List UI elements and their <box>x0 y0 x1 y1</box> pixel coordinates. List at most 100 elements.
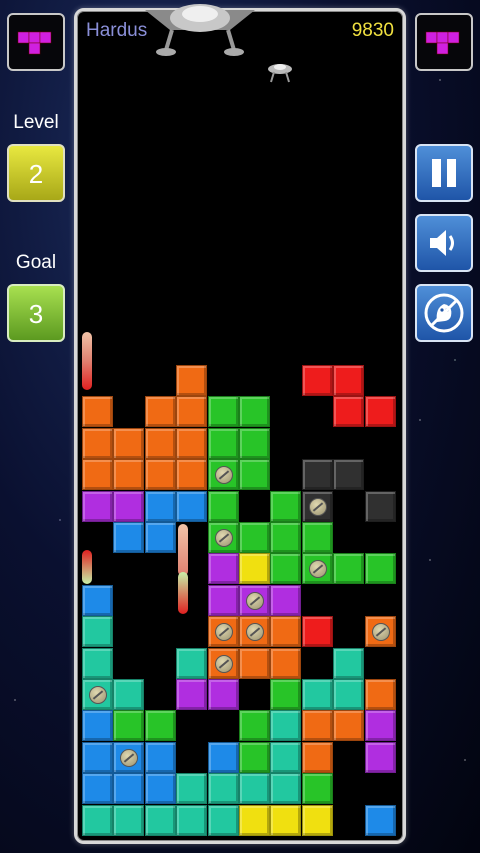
block-cell <box>207 679 239 710</box>
next-piece-preview <box>7 13 65 71</box>
goal-label: Goal <box>15 252 57 273</box>
block-cell <box>239 616 270 648</box>
block-cell <box>239 773 270 805</box>
bolt-icon <box>120 748 139 767</box>
block-cell <box>270 710 302 742</box>
hold-piece-preview[interactable] <box>415 13 473 71</box>
block-cell <box>113 741 145 773</box>
block-cell <box>144 522 176 553</box>
block-cell <box>239 427 270 459</box>
block-cell <box>364 741 396 773</box>
block-cell <box>207 741 239 773</box>
block-cell <box>207 522 239 553</box>
block-cell <box>176 804 208 836</box>
score-value: 9830 <box>351 20 394 41</box>
block-cell <box>333 710 365 742</box>
worm-icon <box>178 572 188 614</box>
block-cell <box>270 647 302 679</box>
block-cell <box>301 741 333 773</box>
block-cell <box>239 741 270 773</box>
ghost-button[interactable] <box>415 284 473 342</box>
block-cell <box>144 710 176 742</box>
block-cell <box>301 522 333 553</box>
bolt-icon <box>214 654 233 673</box>
block-cell <box>270 584 302 616</box>
block-cell <box>239 710 270 742</box>
block-cell <box>270 741 302 773</box>
block-cell <box>176 679 208 710</box>
block-cell <box>239 584 270 616</box>
block-cell <box>239 804 270 836</box>
block-cell <box>82 647 113 679</box>
block-cell <box>176 773 208 805</box>
block-cell <box>301 365 333 396</box>
block-cell <box>207 459 239 491</box>
block-cell <box>270 804 302 836</box>
block-cell <box>301 773 333 805</box>
bolt-icon <box>214 529 233 547</box>
block-cell <box>364 616 396 648</box>
block-cell <box>113 522 145 553</box>
block-cell <box>144 804 176 836</box>
block-cell <box>144 427 176 459</box>
block-cell <box>239 396 270 428</box>
pause-icon <box>432 159 456 187</box>
block-cell <box>333 647 365 679</box>
pause-button[interactable] <box>415 144 473 202</box>
bolt-icon <box>308 497 327 516</box>
block-cell <box>239 522 270 553</box>
block-cell <box>82 804 113 836</box>
bolt-icon <box>89 686 107 704</box>
block-cell <box>176 490 208 522</box>
block-cell <box>364 396 396 428</box>
level-label: Level <box>13 112 59 133</box>
block-cell <box>113 710 145 742</box>
block-cell <box>207 647 239 679</box>
block-cell <box>333 365 365 396</box>
level-box: 2 <box>7 144 65 202</box>
bolt-icon <box>371 623 390 642</box>
block-cell <box>207 427 239 459</box>
block-cell <box>113 427 145 459</box>
bolt-icon <box>246 591 264 610</box>
t-tetromino-icon <box>17 31 52 55</box>
block-cell <box>82 741 113 773</box>
block-cell <box>301 553 333 585</box>
goal-value: 3 <box>28 299 44 329</box>
block-cell <box>82 710 113 742</box>
small-ufo-icon <box>268 64 292 83</box>
block-cell <box>301 679 333 710</box>
block-cell <box>364 679 396 710</box>
block-cell <box>144 773 176 805</box>
block-cell <box>207 584 239 616</box>
block-cell <box>239 553 270 585</box>
level-value: 2 <box>28 159 44 189</box>
block-cell <box>270 490 302 522</box>
block-cell <box>333 679 365 710</box>
block-cell <box>364 490 396 522</box>
block-cell <box>144 490 176 522</box>
block-cell <box>301 459 333 491</box>
block-cell <box>144 459 176 491</box>
block-cell <box>270 616 302 648</box>
block-cell <box>364 804 396 836</box>
block-cell <box>207 616 239 648</box>
block-cell <box>270 773 302 805</box>
block-cell <box>82 584 113 616</box>
block-cell <box>301 490 333 522</box>
block-cell <box>333 459 365 491</box>
block-cell <box>239 459 270 491</box>
block-cell <box>270 679 302 710</box>
block-cell <box>82 490 113 522</box>
block-cell <box>270 522 302 553</box>
block-cell <box>176 647 208 679</box>
block-cell <box>364 553 396 585</box>
block-cell <box>176 365 208 396</box>
bolt-icon <box>214 466 233 485</box>
ghost-icon <box>424 293 464 333</box>
block-cell <box>113 490 145 522</box>
bolt-icon <box>246 623 264 642</box>
sound-button[interactable] <box>415 214 473 272</box>
block-cell <box>82 616 113 648</box>
block-cell <box>301 710 333 742</box>
